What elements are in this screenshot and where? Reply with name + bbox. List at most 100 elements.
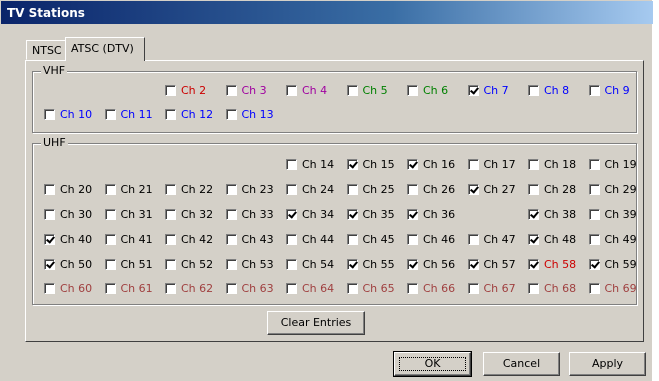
- clear-entries-button[interactable]: Clear Entries: [267, 311, 365, 335]
- checkbox-checked-icon[interactable]: [346, 208, 358, 220]
- checkbox-checked-icon[interactable]: [44, 258, 55, 270]
- ok-button[interactable]: OK: [393, 351, 472, 377]
- checkbox-empty-icon[interactable]: [528, 183, 539, 195]
- checkbox-empty-icon[interactable]: [407, 233, 418, 245]
- channel-checkbox[interactable]: Ch 22: [165, 181, 213, 197]
- checkbox-empty-icon[interactable]: [44, 108, 55, 120]
- channel-checkbox[interactable]: Ch 54: [286, 256, 334, 272]
- channel-checkbox[interactable]: Ch 36: [407, 206, 455, 222]
- checkbox-empty-icon[interactable]: [165, 183, 176, 195]
- checkbox-checked-icon[interactable]: [467, 183, 479, 195]
- channel-checkbox[interactable]: Ch 69: [588, 280, 637, 296]
- channel-checkbox[interactable]: Ch 56: [407, 256, 455, 272]
- checkbox-checked-icon[interactable]: [286, 208, 297, 220]
- checkbox-empty-icon[interactable]: [528, 158, 539, 170]
- channel-checkbox[interactable]: Ch 16: [407, 156, 455, 172]
- checkbox-empty-icon[interactable]: [588, 183, 600, 195]
- channel-checkbox[interactable]: Ch 19: [588, 156, 637, 172]
- checkbox-empty-icon[interactable]: [407, 183, 418, 195]
- checkbox-empty-icon[interactable]: [225, 233, 237, 245]
- channel-checkbox[interactable]: Ch 44: [286, 231, 334, 247]
- channel-checkbox[interactable]: Ch 62: [165, 280, 213, 296]
- channel-checkbox[interactable]: Ch 60: [44, 280, 92, 296]
- checkbox-checked-icon[interactable]: [346, 258, 358, 270]
- checkbox-empty-icon[interactable]: [104, 258, 116, 270]
- channel-checkbox[interactable]: Ch 66: [407, 280, 455, 296]
- channel-checkbox[interactable]: Ch 10: [44, 106, 92, 122]
- checkbox-empty-icon[interactable]: [588, 233, 600, 245]
- checkbox-empty-icon[interactable]: [225, 108, 237, 120]
- checkbox-empty-icon[interactable]: [467, 233, 479, 245]
- channel-checkbox[interactable]: Ch 13: [225, 106, 274, 122]
- channel-checkbox[interactable]: Ch 43: [225, 231, 274, 247]
- checkbox-empty-icon[interactable]: [528, 84, 539, 96]
- channel-checkbox[interactable]: Ch 64: [286, 280, 334, 296]
- channel-checkbox[interactable]: Ch 63: [225, 280, 274, 296]
- checkbox-checked-icon[interactable]: [407, 158, 418, 170]
- channel-checkbox[interactable]: Ch 53: [225, 256, 274, 272]
- channel-checkbox[interactable]: Ch 8: [528, 82, 569, 98]
- channel-checkbox[interactable]: Ch 31: [104, 206, 153, 222]
- channel-checkbox[interactable]: Ch 42: [165, 231, 213, 247]
- channel-checkbox[interactable]: Ch 20: [44, 181, 92, 197]
- checkbox-empty-icon[interactable]: [346, 282, 358, 294]
- channel-checkbox[interactable]: Ch 48: [528, 231, 576, 247]
- channel-checkbox[interactable]: Ch 2: [165, 82, 206, 98]
- channel-checkbox[interactable]: Ch 11: [104, 106, 153, 122]
- checkbox-checked-icon[interactable]: [346, 158, 358, 170]
- channel-checkbox[interactable]: Ch 41: [104, 231, 153, 247]
- checkbox-empty-icon[interactable]: [165, 233, 176, 245]
- checkbox-empty-icon[interactable]: [165, 282, 176, 294]
- checkbox-empty-icon[interactable]: [165, 208, 176, 220]
- channel-checkbox[interactable]: Ch 26: [407, 181, 455, 197]
- channel-checkbox[interactable]: Ch 6: [407, 82, 448, 98]
- checkbox-empty-icon[interactable]: [104, 183, 116, 195]
- checkbox-empty-icon[interactable]: [588, 208, 600, 220]
- channel-checkbox[interactable]: Ch 33: [225, 206, 274, 222]
- checkbox-empty-icon[interactable]: [346, 183, 358, 195]
- checkbox-empty-icon[interactable]: [286, 258, 297, 270]
- channel-checkbox[interactable]: Ch 14: [286, 156, 334, 172]
- checkbox-empty-icon[interactable]: [588, 158, 600, 170]
- checkbox-empty-icon[interactable]: [286, 233, 297, 245]
- channel-checkbox[interactable]: Ch 68: [528, 280, 576, 296]
- channel-checkbox[interactable]: Ch 32: [165, 206, 213, 222]
- channel-checkbox[interactable]: Ch 67: [467, 280, 516, 296]
- checkbox-empty-icon[interactable]: [165, 258, 176, 270]
- channel-checkbox[interactable]: Ch 38: [528, 206, 576, 222]
- checkbox-empty-icon[interactable]: [104, 282, 116, 294]
- checkbox-checked-icon[interactable]: [528, 233, 539, 245]
- channel-checkbox[interactable]: Ch 24: [286, 181, 334, 197]
- checkbox-empty-icon[interactable]: [286, 158, 297, 170]
- checkbox-checked-icon[interactable]: [467, 84, 479, 96]
- channel-checkbox[interactable]: Ch 7: [467, 82, 509, 98]
- checkbox-checked-icon[interactable]: [44, 233, 55, 245]
- apply-button[interactable]: Apply: [569, 352, 646, 376]
- channel-checkbox[interactable]: Ch 55: [346, 256, 395, 272]
- channel-checkbox[interactable]: Ch 46: [407, 231, 455, 247]
- checkbox-checked-icon[interactable]: [407, 208, 418, 220]
- channel-checkbox[interactable]: Ch 49: [588, 231, 637, 247]
- checkbox-checked-icon[interactable]: [528, 258, 539, 270]
- channel-checkbox[interactable]: Ch 21: [104, 181, 153, 197]
- checkbox-empty-icon[interactable]: [407, 84, 418, 96]
- channel-checkbox[interactable]: Ch 28: [528, 181, 576, 197]
- checkbox-empty-icon[interactable]: [165, 84, 176, 96]
- channel-checkbox[interactable]: Ch 51: [104, 256, 153, 272]
- channel-checkbox[interactable]: Ch 45: [346, 231, 395, 247]
- channel-checkbox[interactable]: Ch 65: [346, 280, 395, 296]
- channel-checkbox[interactable]: Ch 25: [346, 181, 395, 197]
- checkbox-checked-icon[interactable]: [407, 258, 418, 270]
- checkbox-empty-icon[interactable]: [44, 183, 55, 195]
- channel-checkbox[interactable]: Ch 34: [286, 206, 334, 222]
- channel-checkbox[interactable]: Ch 30: [44, 206, 92, 222]
- channel-checkbox[interactable]: Ch 4: [286, 82, 327, 98]
- channel-checkbox[interactable]: Ch 15: [346, 156, 395, 172]
- checkbox-empty-icon[interactable]: [467, 158, 479, 170]
- checkbox-empty-icon[interactable]: [44, 282, 55, 294]
- checkbox-empty-icon[interactable]: [407, 282, 418, 294]
- tab-atsc-dtv[interactable]: ATSC (DTV): [65, 37, 145, 61]
- tab-ntsc[interactable]: NTSC: [26, 40, 66, 60]
- checkbox-empty-icon[interactable]: [346, 233, 358, 245]
- channel-checkbox[interactable]: Ch 57: [467, 256, 516, 272]
